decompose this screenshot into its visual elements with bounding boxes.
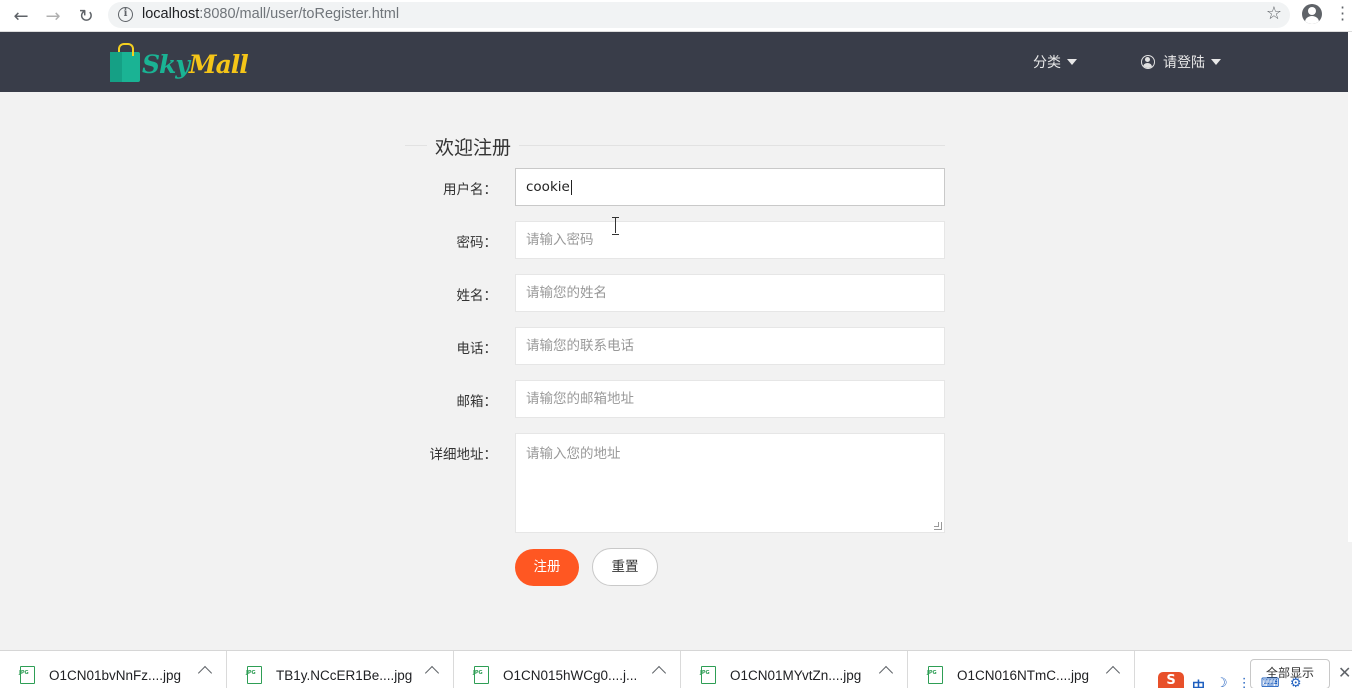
profile-avatar-icon[interactable] bbox=[1302, 4, 1322, 24]
nav-login-label: 请登陆 bbox=[1163, 55, 1205, 71]
phone-input[interactable]: 请输您的联系电话 bbox=[515, 327, 945, 365]
address-textarea[interactable]: 请输入您的地址 bbox=[515, 433, 945, 533]
browser-menu-icon[interactable]: · · · bbox=[1340, 0, 1345, 28]
chevron-up-icon[interactable] bbox=[197, 665, 213, 681]
address-label: 详细地址： bbox=[429, 447, 498, 463]
image-file-icon bbox=[927, 666, 943, 684]
logo-text-mall: Mall bbox=[188, 49, 249, 79]
chevron-up-icon[interactable] bbox=[1105, 665, 1121, 681]
forward-icon[interactable]: → bbox=[40, 3, 66, 29]
chevron-up-icon[interactable] bbox=[651, 665, 667, 681]
email-label: 邮箱： bbox=[456, 394, 498, 410]
image-file-icon bbox=[473, 666, 489, 684]
browser-toolbar: ← → ↻ i localhost:8080/mall/user/toRegis… bbox=[0, 0, 1352, 32]
site-header: SkyMall 分类 请登陆 bbox=[0, 32, 1352, 92]
download-item[interactable]: O1CN015hWCg0....j... bbox=[454, 651, 681, 688]
username-value: cookie bbox=[526, 179, 570, 195]
page-scrollbar[interactable] bbox=[1348, 32, 1352, 542]
form-legend: 欢迎注册 bbox=[405, 133, 945, 160]
bookmark-star-icon[interactable]: ☆ bbox=[1266, 3, 1282, 24]
download-filename: O1CN016NTmC....jpg bbox=[957, 668, 1090, 683]
nav-login-menu[interactable]: 请登陆 bbox=[1141, 32, 1221, 92]
caret-down-icon bbox=[1067, 59, 1077, 65]
register-button[interactable]: 注册 bbox=[515, 549, 579, 586]
download-filename: O1CN01MYvtZn....jpg bbox=[730, 668, 862, 683]
email-input[interactable]: 请输您的邮箱地址 bbox=[515, 380, 945, 418]
download-bar: O1CN01bvNnFz....jpg TB1y.NCcER1Be....jpg… bbox=[0, 650, 1352, 688]
download-filename: O1CN01bvNnFz....jpg bbox=[49, 668, 182, 683]
text-caret bbox=[570, 179, 572, 195]
caret-down-icon bbox=[1211, 59, 1221, 65]
form-title: 欢迎注册 bbox=[427, 133, 520, 160]
info-icon[interactable]: i bbox=[118, 7, 133, 22]
download-filename: O1CN015hWCg0....j... bbox=[503, 668, 638, 683]
password-input[interactable]: 请输入密码 bbox=[515, 221, 945, 259]
ime-mode-indicator[interactable]: 中 bbox=[1192, 676, 1205, 688]
download-item[interactable]: O1CN01MYvtZn....jpg bbox=[681, 651, 908, 688]
image-file-icon bbox=[246, 666, 262, 684]
phone-label: 电话： bbox=[456, 341, 498, 357]
image-file-icon bbox=[700, 666, 716, 684]
ime-toolbar-icons[interactable]: ☽ ⋮ ⌨ ⚙ bbox=[1216, 676, 1304, 688]
download-filename: TB1y.NCcER1Be....jpg bbox=[276, 668, 413, 683]
mouse-ibeam-cursor-icon bbox=[612, 217, 620, 235]
reload-icon[interactable]: ↻ bbox=[73, 3, 99, 29]
nav-category-menu[interactable]: 分类 bbox=[1033, 32, 1077, 92]
shopping-bag-icon bbox=[110, 43, 140, 82]
chevron-up-icon[interactable] bbox=[878, 665, 894, 681]
logo-text: SkyMall bbox=[142, 49, 249, 79]
url-text[interactable]: localhost:8080/mall/user/toRegister.html bbox=[142, 6, 399, 22]
url-host: localhost bbox=[142, 6, 200, 22]
back-icon[interactable]: ← bbox=[8, 3, 34, 29]
nav-category-label: 分类 bbox=[1033, 55, 1061, 71]
username-label: 用户名： bbox=[443, 182, 497, 198]
image-file-icon bbox=[19, 666, 35, 684]
user-icon bbox=[1141, 55, 1155, 69]
sogou-ime-icon[interactable]: S bbox=[1158, 672, 1184, 688]
logo-text-sky: Sky bbox=[142, 49, 190, 79]
url-path: :8080/mall/user/toRegister.html bbox=[199, 6, 400, 22]
address-bar[interactable]: i localhost:8080/mall/user/toRegister.ht… bbox=[108, 2, 1290, 28]
close-icon[interactable]: ✕ bbox=[1338, 663, 1351, 682]
username-input[interactable]: cookie bbox=[515, 168, 945, 206]
name-label: 姓名： bbox=[456, 288, 498, 304]
address-placeholder: 请输入您的地址 bbox=[526, 446, 621, 462]
resize-handle-icon[interactable] bbox=[934, 522, 942, 530]
download-item[interactable]: O1CN016NTmC....jpg bbox=[908, 651, 1135, 688]
download-item[interactable]: O1CN01bvNnFz....jpg bbox=[0, 651, 227, 688]
password-label: 密码： bbox=[456, 235, 498, 251]
download-item[interactable]: TB1y.NCcER1Be....jpg bbox=[227, 651, 454, 688]
site-logo[interactable]: SkyMall bbox=[110, 42, 249, 82]
name-input[interactable]: 请输您的姓名 bbox=[515, 274, 945, 312]
reset-button[interactable]: 重置 bbox=[592, 548, 658, 586]
chevron-up-icon[interactable] bbox=[424, 665, 440, 681]
